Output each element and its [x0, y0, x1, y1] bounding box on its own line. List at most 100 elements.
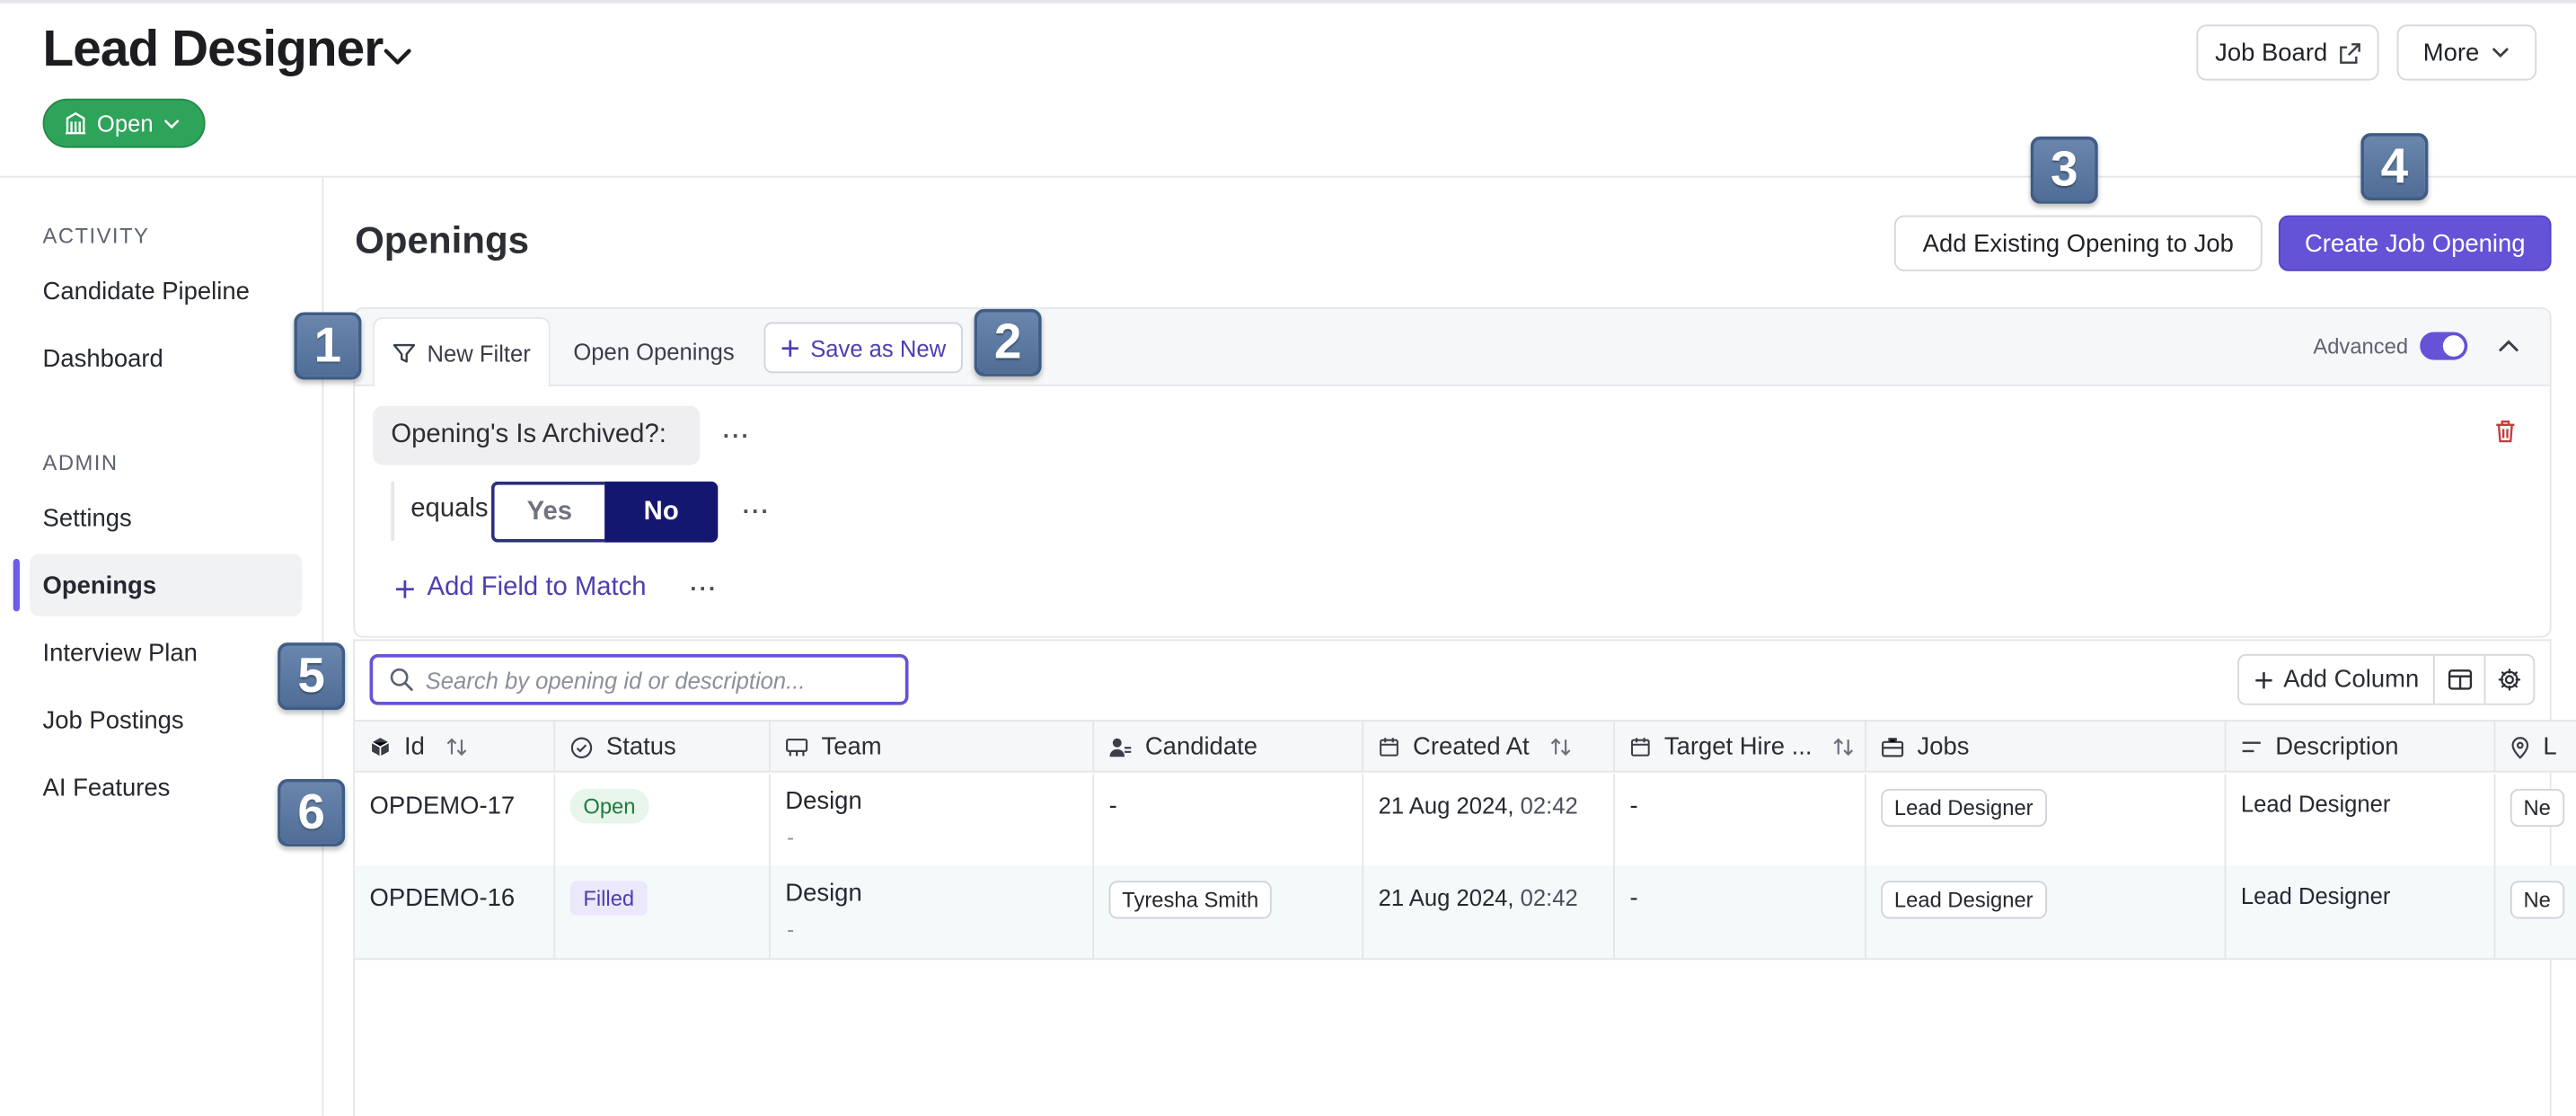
- cell-description: Lead Designer: [2226, 865, 2496, 959]
- created-at-value: 21 Aug 2024, 02:42: [1379, 884, 1578, 910]
- opening-id[interactable]: OPDEMO-16: [370, 884, 516, 912]
- job-chip[interactable]: Lead Designer: [1881, 788, 2047, 828]
- cell-id: OPDEMO-17: [355, 774, 556, 866]
- job-title: Lead Designer: [42, 19, 384, 77]
- column-header-jobs[interactable]: Jobs: [1866, 721, 2227, 773]
- operator-more-button[interactable]: ···: [743, 498, 771, 524]
- job-board-button[interactable]: Job Board: [2196, 24, 2379, 81]
- sidebar-item-label: AI Features: [42, 773, 171, 802]
- cell-status: Filled: [555, 865, 771, 959]
- tab-new-filter[interactable]: New Filter: [373, 317, 551, 386]
- sidebar-item-openings[interactable]: Openings: [29, 554, 303, 616]
- sort-icon[interactable]: [445, 736, 468, 757]
- sidebar-item-label: Dashboard: [42, 344, 163, 373]
- add-column-label: Add Column: [2283, 665, 2420, 694]
- job-board-label: Job Board: [2215, 38, 2328, 67]
- pin-icon: [2510, 736, 2530, 759]
- top-border: [0, 0, 2576, 4]
- description-value: Lead Designer: [2240, 790, 2391, 818]
- plus-icon: [394, 578, 416, 599]
- column-label: Id: [403, 732, 425, 761]
- marker-4: 4: [2360, 133, 2429, 201]
- option-yes-button[interactable]: Yes: [490, 481, 605, 543]
- sidebar-item-label: Openings: [42, 571, 157, 599]
- advanced-toggle[interactable]: [2420, 332, 2468, 360]
- table-row[interactable]: OPDEMO-17 Open Design - - 21 Aug 2024, 0…: [355, 774, 2576, 868]
- status-badge: Filled: [569, 881, 648, 916]
- sidebar-item-ai-features[interactable]: AI Features: [30, 756, 303, 819]
- condition-operator: equals: [410, 494, 489, 523]
- trash-icon[interactable]: [2494, 419, 2518, 443]
- add-field-more-button[interactable]: ···: [690, 575, 718, 601]
- cell-location: Ne: [2495, 774, 2576, 865]
- building-icon: [64, 111, 87, 135]
- save-as-new-label: Save as New: [810, 334, 947, 361]
- column-label: Target Hire ...: [1663, 732, 1813, 761]
- more-button[interactable]: More: [2396, 24, 2537, 81]
- cell-target-hire: -: [1615, 774, 1866, 866]
- create-job-opening-button[interactable]: Create Job Opening: [2278, 215, 2552, 271]
- external-link-icon: [2339, 42, 2360, 64]
- description-value: Lead Designer: [2240, 882, 2391, 909]
- column-label: Status: [605, 732, 676, 761]
- column-header-id[interactable]: Id: [355, 721, 556, 773]
- column-header-description[interactable]: Description: [2226, 721, 2496, 773]
- marker-5: 5: [278, 642, 346, 711]
- cell-jobs: Lead Designer: [1866, 774, 2227, 866]
- plus-icon: [2254, 669, 2273, 689]
- job-status-dropdown[interactable]: Open: [42, 98, 206, 148]
- column-header-status[interactable]: Status: [555, 721, 771, 773]
- sidebar-item-settings[interactable]: Settings: [30, 486, 303, 549]
- column-header-team[interactable]: Team: [771, 721, 1095, 773]
- columns-layout-icon[interactable]: [2435, 656, 2484, 704]
- cell-location: Ne: [2495, 866, 2576, 958]
- more-label: More: [2422, 38, 2480, 67]
- column-header-candidate[interactable]: Candidate: [1094, 721, 1364, 773]
- add-existing-opening-button[interactable]: Add Existing Opening to Job: [1893, 215, 2263, 271]
- column-header-created-at[interactable]: Created At: [1363, 721, 1615, 773]
- add-field-to-match-button[interactable]: Add Field to Match: [394, 573, 647, 603]
- candidate-chip[interactable]: Tyresha Smith: [1108, 881, 1272, 919]
- column-label: Team: [821, 732, 882, 761]
- marker-2: 2: [974, 308, 1042, 376]
- page-title: Openings: [355, 218, 530, 261]
- header-divider: [0, 175, 2576, 178]
- condition-field-chip[interactable]: Opening's Is Archived?:: [373, 405, 701, 465]
- job-switcher-chevron-icon[interactable]: [378, 36, 418, 75]
- created-date: 21 Aug 2024,: [1378, 792, 1514, 819]
- cell-status: Open: [555, 774, 771, 866]
- column-label: Jobs: [1917, 732, 1970, 761]
- location-chip[interactable]: Ne: [2510, 788, 2564, 828]
- plus-icon: [781, 338, 800, 358]
- job-chip[interactable]: Lead Designer: [1881, 881, 2047, 919]
- status-badge: Open: [569, 788, 649, 824]
- condition-more-button[interactable]: ···: [723, 422, 751, 448]
- column-header-target-hire[interactable]: Target Hire ...: [1615, 721, 1866, 773]
- search-input[interactable]: [425, 666, 869, 693]
- sidebar-item-dashboard[interactable]: Dashboard: [30, 327, 303, 390]
- tab-open-openings[interactable]: Open Openings: [573, 317, 734, 386]
- opening-id[interactable]: OPDEMO-17: [370, 793, 516, 820]
- search-field[interactable]: [369, 653, 909, 705]
- collapse-chevron-up-icon[interactable]: [2495, 333, 2521, 359]
- cell-jobs: Lead Designer: [1866, 865, 2227, 959]
- option-no-button[interactable]: No: [604, 481, 719, 543]
- table-row[interactable]: OPDEMO-16 Filled Design - Tyresha Smith …: [355, 865, 2576, 961]
- cube-icon: [370, 736, 392, 757]
- created-at-value: 21 Aug 2024, 02:42: [1379, 793, 1578, 819]
- add-column-button[interactable]: Add Column: [2239, 655, 2436, 704]
- sidebar-item-candidate-pipeline[interactable]: Candidate Pipeline: [30, 260, 303, 323]
- search-icon: [389, 668, 413, 692]
- sort-icon[interactable]: [1831, 736, 1855, 757]
- lines-icon: [2241, 739, 2263, 755]
- job-status-label: Open: [96, 110, 154, 137]
- sidebar-item-job-postings[interactable]: Job Postings: [30, 688, 303, 751]
- column-header-location[interactable]: L: [2495, 722, 2576, 773]
- gear-icon[interactable]: [2483, 655, 2534, 704]
- sidebar-item-interview-plan[interactable]: Interview Plan: [30, 621, 303, 684]
- sort-icon[interactable]: [1549, 736, 1573, 757]
- toggle-knob: [2442, 335, 2465, 357]
- cell-created-at: 21 Aug 2024, 02:42: [1363, 865, 1615, 959]
- location-chip[interactable]: Ne: [2510, 881, 2564, 919]
- save-as-new-button[interactable]: Save as New: [763, 322, 963, 374]
